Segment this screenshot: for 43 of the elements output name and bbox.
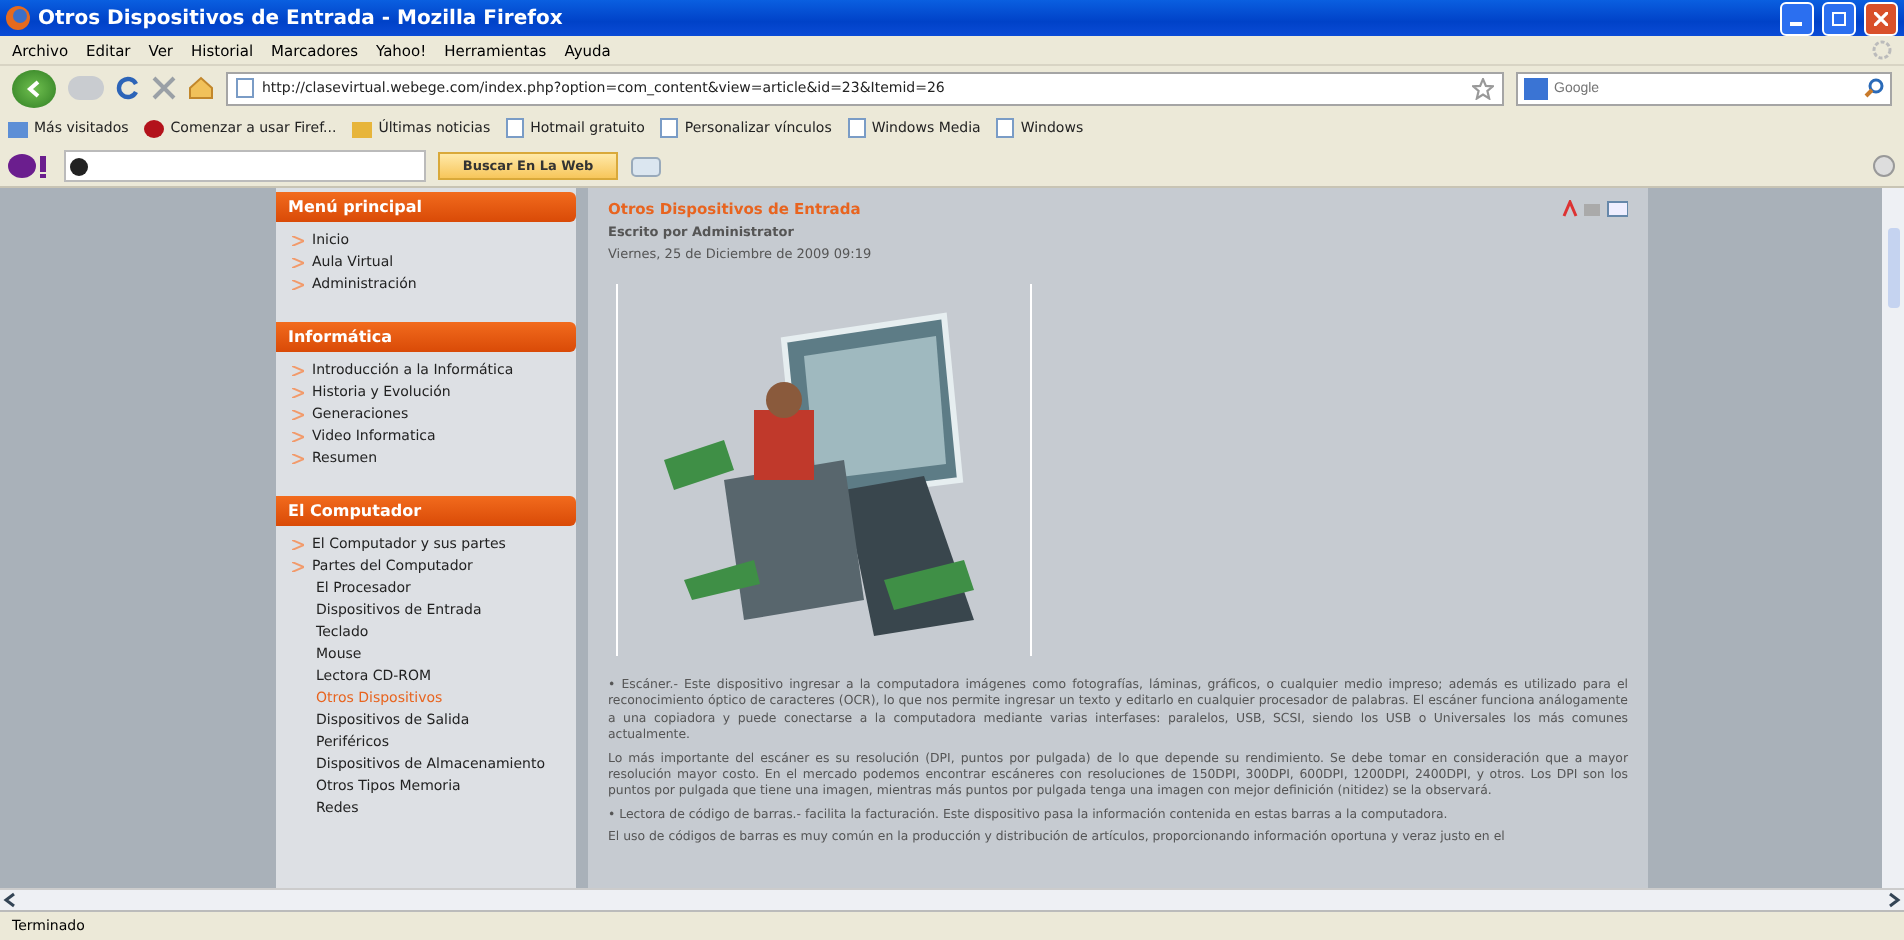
home-icon[interactable] xyxy=(188,76,214,100)
print-email-icon[interactable] xyxy=(1560,200,1628,218)
bullet-icon xyxy=(292,365,304,375)
bullet-icon xyxy=(292,235,304,245)
page-icon xyxy=(996,118,1015,138)
search-engine-icon xyxy=(1524,77,1548,99)
bullet-icon xyxy=(292,279,304,289)
horizontal-scrollbar[interactable] xyxy=(0,888,1904,910)
throbber-icon xyxy=(1872,40,1892,60)
folder-icon xyxy=(352,119,373,137)
vertical-scrollbar[interactable] xyxy=(1882,188,1904,888)
window-title: Otros Dispositivos de Entrada - Mozilla Firefox xyxy=(38,7,565,29)
bullet-icon xyxy=(292,561,304,571)
bullet-icon xyxy=(292,431,304,441)
bullet-icon xyxy=(292,387,304,397)
page-icon xyxy=(506,118,525,138)
maximize-button[interactable] xyxy=(1822,1,1856,35)
search-icon xyxy=(70,157,88,175)
page-icon xyxy=(236,78,254,98)
module-title: Informática xyxy=(276,322,576,352)
bullet-icon xyxy=(292,409,304,419)
browser-logo-icon xyxy=(6,6,30,30)
scroll-thumb[interactable] xyxy=(1887,228,1899,308)
back-button[interactable] xyxy=(12,69,56,107)
reload-icon[interactable] xyxy=(116,76,140,100)
folder-icon xyxy=(8,119,28,137)
bullet-icon xyxy=(292,257,304,267)
close-button[interactable] xyxy=(1864,1,1898,35)
star-icon[interactable] xyxy=(1472,77,1494,99)
module-title: El Computador xyxy=(276,496,576,526)
maximize-icon xyxy=(1832,11,1846,25)
bullet-icon xyxy=(292,453,304,463)
settings-icon[interactable] xyxy=(1872,154,1896,178)
page-icon xyxy=(660,118,679,138)
yahoo-search-field[interactable] xyxy=(64,150,426,182)
close-icon[interactable] xyxy=(152,76,176,100)
close-icon xyxy=(1874,11,1888,25)
module-title: Menú principal xyxy=(276,192,576,222)
search-icon[interactable] xyxy=(1864,78,1884,98)
page-icon xyxy=(847,118,866,138)
minimize-button[interactable] xyxy=(1780,1,1814,35)
bullet-icon xyxy=(292,539,304,549)
yahoo-logo-icon[interactable] xyxy=(8,154,52,178)
